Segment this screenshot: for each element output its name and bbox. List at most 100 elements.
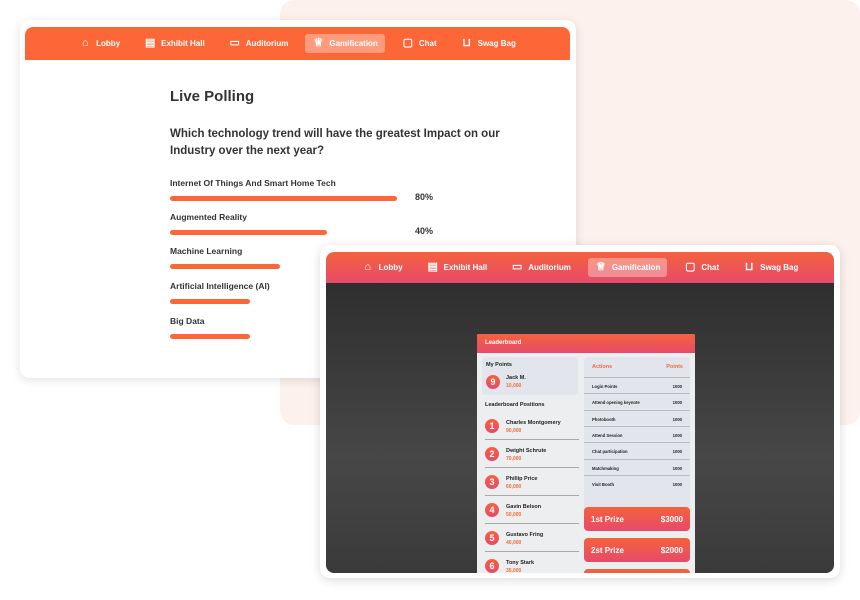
store-icon: ▤ <box>144 37 156 49</box>
player-points: 40,000 <box>506 540 522 546</box>
poll-option-label: Internet Of Things And Smart Home Tech <box>170 178 336 188</box>
poll-option-percent: 40% <box>415 226 434 236</box>
nav-item-chat[interactable]: ▢ Chat <box>395 34 444 53</box>
action-row: Visit Booth 1000 <box>584 474 690 491</box>
poll-option-bar <box>170 230 327 235</box>
rank-badge: 3 <box>485 475 499 489</box>
nav-bar: ⌂ Lobby ▤ Exhibit Hall ▭ Auditorium ♕ Gamificat… <box>326 252 834 283</box>
action-points: 1000 <box>672 432 682 438</box>
nav-item-swag-bag[interactable]: ⊔ Swag Bag <box>454 34 523 53</box>
expo-hall-background: Leaderboard My Points 9 Jack M. 10,000 L… <box>326 283 834 573</box>
action-name: Matchmaking <box>592 465 619 471</box>
player-name: Gustavo Fring <box>506 532 544 538</box>
nav-item-label: Swag Bag <box>760 263 799 272</box>
gamification-window: ⌂ Lobby ▤ Exhibit Hall ▭ Auditorium ♕ Gamificat… <box>320 245 840 578</box>
player-name: Dwight Schrute <box>506 448 547 454</box>
trophy-icon: ♕ <box>595 261 606 273</box>
home-icon: ⌂ <box>364 261 371 273</box>
actions-header: Actions <box>592 364 613 370</box>
prize-amount: $2000 <box>660 545 683 555</box>
nav-item-lobby[interactable]: ⌂ Lobby <box>355 258 410 277</box>
player-name: Charles Montgomery <box>506 420 561 426</box>
chat-icon: ▢ <box>402 37 414 49</box>
prize-card: 2st Prize $2000 <box>584 538 690 562</box>
divider <box>485 439 579 440</box>
nav-item-label: Auditorium <box>528 263 571 272</box>
action-points: 1000 <box>672 416 682 422</box>
leaderboard-title: Leaderboard <box>477 334 695 353</box>
player-name: Jack M. <box>506 375 526 381</box>
chat-icon: ▢ <box>685 261 696 273</box>
leaderboard-panel: Leaderboard My Points 9 Jack M. 10,000 L… <box>477 334 695 573</box>
nav-item-label: Lobby <box>378 263 403 272</box>
poll-option-percent: 80% <box>415 192 434 202</box>
poll-option-label: Augmented Reality <box>170 212 247 222</box>
player-points: 10,000 <box>506 383 522 389</box>
my-points-label: My Points <box>486 362 512 368</box>
action-name: Login Points <box>592 384 618 389</box>
action-points: 1000 <box>672 481 682 487</box>
bag-icon: ⊔ <box>462 37 471 49</box>
nav-item-auditorium[interactable]: ▭ Auditorium <box>504 258 578 277</box>
nav-item-exhibit-hall[interactable]: ▤ Exhibit Hall <box>420 258 495 277</box>
action-name: Attend opening keynote <box>592 400 640 406</box>
action-row: Attend Session 1000 <box>584 425 690 442</box>
poll-option-bar <box>170 264 280 269</box>
actions-table: Actions Points Login Points 1000 Attend op… <box>584 357 690 512</box>
prize-card: 1st Prize $3000 <box>584 507 690 531</box>
rank-badge: 6 <box>485 559 499 573</box>
poll-option-bar <box>170 334 250 339</box>
divider <box>485 495 579 496</box>
divider <box>485 467 579 468</box>
action-name: Visit Booth <box>592 481 615 487</box>
nav-item-chat[interactable]: ▢ Chat <box>677 258 726 277</box>
laptop-icon: ▭ <box>229 37 240 49</box>
positions-label: Leaderboard Positions <box>485 402 545 408</box>
divider <box>485 523 579 524</box>
rank-badge: 4 <box>485 503 499 517</box>
player-points: 60,000 <box>506 484 522 490</box>
divider <box>485 551 579 552</box>
home-icon: ⌂ <box>81 37 89 49</box>
poll-option-label: Big Data <box>170 316 205 326</box>
action-name: Attend Session <box>592 432 623 438</box>
nav-item-label: Chat <box>701 263 720 272</box>
poll-question: Which technology trend will have the gre… <box>170 128 500 157</box>
rank-badge: 9 <box>486 375 500 389</box>
trophy-icon: ♕ <box>313 37 324 49</box>
action-points: 1000 <box>672 449 682 455</box>
rank-badge: 1 <box>485 419 499 433</box>
poll-option-bar <box>170 196 397 201</box>
action-row: Attend opening keynote 1000 <box>584 393 690 409</box>
player-points: 90,000 <box>506 428 522 434</box>
points-header: Points <box>666 364 683 370</box>
bag-icon: ⊔ <box>744 261 754 273</box>
prize-label: 1st Prize <box>591 514 624 524</box>
poll-option-label: Machine Learning <box>170 246 243 256</box>
player-name: Tony Stark <box>506 560 535 566</box>
player-points: 50,000 <box>506 512 522 518</box>
nav-item-label: Lobby <box>96 39 121 48</box>
action-row: Chat participation 1000 <box>584 442 690 458</box>
player-name: Phillip Price <box>506 476 538 482</box>
action-name: Photobooth <box>592 416 616 422</box>
action-row: Login Points 1000 <box>584 377 690 393</box>
nav-item-exhibit-hall[interactable]: ▤ Exhibit Hall <box>137 34 212 53</box>
player-points: 35,000 <box>506 568 522 573</box>
nav-bar: ⌂ Lobby ▤ Exhibit Hall ▭ Auditorium ♕ Gamificat… <box>25 27 570 60</box>
nav-item-gamification[interactable]: ♕ Gamification <box>305 34 385 53</box>
page-title: Live Polling <box>170 88 255 105</box>
rank-badge: 5 <box>485 531 499 545</box>
my-points-box: My Points 9 Jack M. 10,000 <box>482 357 578 395</box>
action-points: 1000 <box>672 384 682 389</box>
nav-item-auditorium[interactable]: ▭ Auditorium <box>222 34 296 53</box>
poll-option-bar <box>170 299 250 304</box>
nav-item-gamification[interactable]: ♕ Gamification <box>587 258 668 277</box>
action-row: Photobooth 1000 <box>584 409 690 426</box>
laptop-icon: ▭ <box>512 261 523 273</box>
nav-item-label: Exhibit Hall <box>443 263 488 272</box>
store-icon: ▤ <box>427 261 438 273</box>
nav-item-swag-bag[interactable]: ⊔ Swag Bag <box>736 258 805 277</box>
nav-item-lobby[interactable]: ⌂ Lobby <box>72 34 127 53</box>
prize-label: 2st Prize <box>591 545 624 555</box>
